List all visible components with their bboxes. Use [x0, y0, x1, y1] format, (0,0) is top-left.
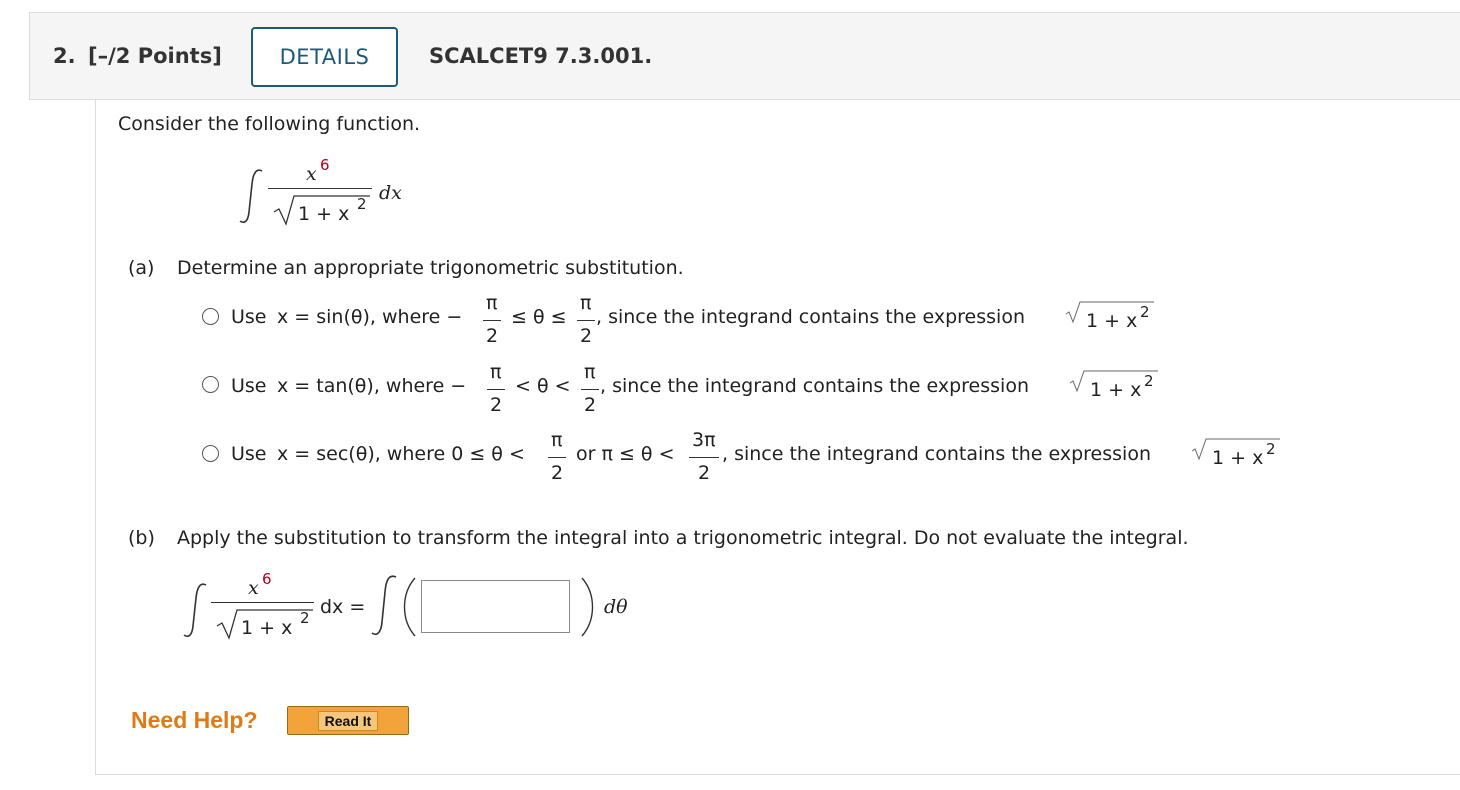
left-paren: [403, 577, 416, 637]
option-sec-frac2-den: 2: [698, 462, 711, 484]
option-sec-frac1-bar: [548, 457, 566, 458]
need-help-label: Need Help?: [131, 707, 258, 733]
option-tan-frac2-bar: [581, 389, 599, 390]
option-sin-frac2-den: 2: [580, 325, 593, 347]
b-integrand-denominator: 1 + x: [241, 617, 293, 639]
integrand-numerator-exponent: 6: [320, 156, 330, 174]
b-integrand-denominator-exponent: 2: [300, 609, 310, 627]
part-a-label: (a): [128, 257, 155, 279]
option-sec-frac2-num: 3π: [692, 429, 716, 451]
part-b-prompt: Apply the substitution to transform the …: [177, 527, 1189, 549]
option-tan-frac2-num: π: [584, 361, 596, 383]
dx-label: dx: [379, 182, 402, 204]
option-tan-condition: < θ <: [515, 375, 571, 397]
option-sin-frac1-bar: [483, 320, 501, 321]
option-sin-condition: ≤ θ ≤: [511, 306, 567, 328]
question-number: 2.: [53, 44, 76, 68]
integral-sign-b: [183, 583, 207, 638]
radio-option-sec[interactable]: [202, 445, 219, 462]
option-sin-expression: 1 + x: [1086, 310, 1138, 332]
option-tan-expression: 1 + x: [1090, 379, 1142, 401]
option-sec-frac2-bar: [689, 457, 719, 458]
option-sin-lead: Use: [231, 306, 267, 328]
integral-sign-result: [371, 575, 397, 636]
integrand-denominator: 1 + x: [298, 203, 350, 225]
answer-input[interactable]: [421, 580, 570, 633]
integrand-denominator-exponent: 2: [357, 195, 367, 213]
option-sec-condition: or π ≤ θ <: [576, 443, 675, 465]
integrand-numerator: x: [306, 163, 317, 185]
option-tan-expression-exponent: 2: [1144, 372, 1154, 390]
option-tan-frac1-num: π: [490, 361, 502, 383]
option-sec-frac1-num: π: [551, 429, 563, 451]
part-a-prompt: Determine an appropriate trigonometric s…: [177, 257, 684, 279]
details-button[interactable]: DETAILS: [251, 27, 398, 87]
read-it-button[interactable]: Read It: [287, 706, 409, 735]
option-sin-frac1-den: 2: [486, 325, 499, 347]
option-sin-frac1-num: π: [486, 292, 498, 314]
read-it-label: Read It: [317, 710, 379, 731]
b-integrand-numerator-exponent: 6: [262, 570, 272, 588]
option-sin-substitution: x = sin(θ), where −: [277, 306, 463, 328]
option-tan-frac1-bar: [487, 389, 505, 390]
problem-id: SCALCET9 7.3.001.: [429, 44, 653, 68]
option-sec-frac1-den: 2: [551, 462, 564, 484]
option-sin-expression-exponent: 2: [1140, 303, 1150, 321]
radio-option-sin[interactable]: [202, 308, 219, 325]
option-tan-substitution: x = tan(θ), where −: [277, 375, 467, 397]
points-label: [–/2 Points]: [88, 44, 222, 68]
option-tan-reason: , since the integrand contains the expre…: [600, 375, 1029, 397]
b-fraction-bar: [211, 602, 314, 603]
option-tan-frac2-den: 2: [584, 394, 597, 416]
option-sin-frac2-bar: [577, 320, 595, 321]
fraction-bar: [268, 188, 372, 189]
part-b-label: (b): [128, 527, 155, 549]
b-equals: dx =: [320, 596, 366, 618]
question-header: [29, 12, 1460, 100]
option-sin-frac2-num: π: [580, 292, 592, 314]
dtheta-label: dθ: [604, 596, 628, 618]
option-sec-reason: , since the integrand contains the expre…: [722, 443, 1151, 465]
intro-text: Consider the following function.: [118, 113, 421, 135]
option-sec-expression: 1 + x: [1212, 447, 1264, 469]
option-sin-reason: , since the integrand contains the expre…: [596, 306, 1025, 328]
option-sec-lead: Use: [231, 443, 267, 465]
option-sec-expression-exponent: 2: [1266, 440, 1276, 458]
b-integrand-numerator: x: [248, 577, 259, 599]
integral-sign: [239, 169, 263, 224]
option-tan-frac1-den: 2: [490, 394, 503, 416]
radio-option-tan[interactable]: [202, 376, 219, 393]
option-tan-lead: Use: [231, 375, 267, 397]
option-sec-substitution: x = sec(θ), where 0 ≤ θ <: [277, 443, 525, 465]
right-paren: [581, 577, 594, 637]
